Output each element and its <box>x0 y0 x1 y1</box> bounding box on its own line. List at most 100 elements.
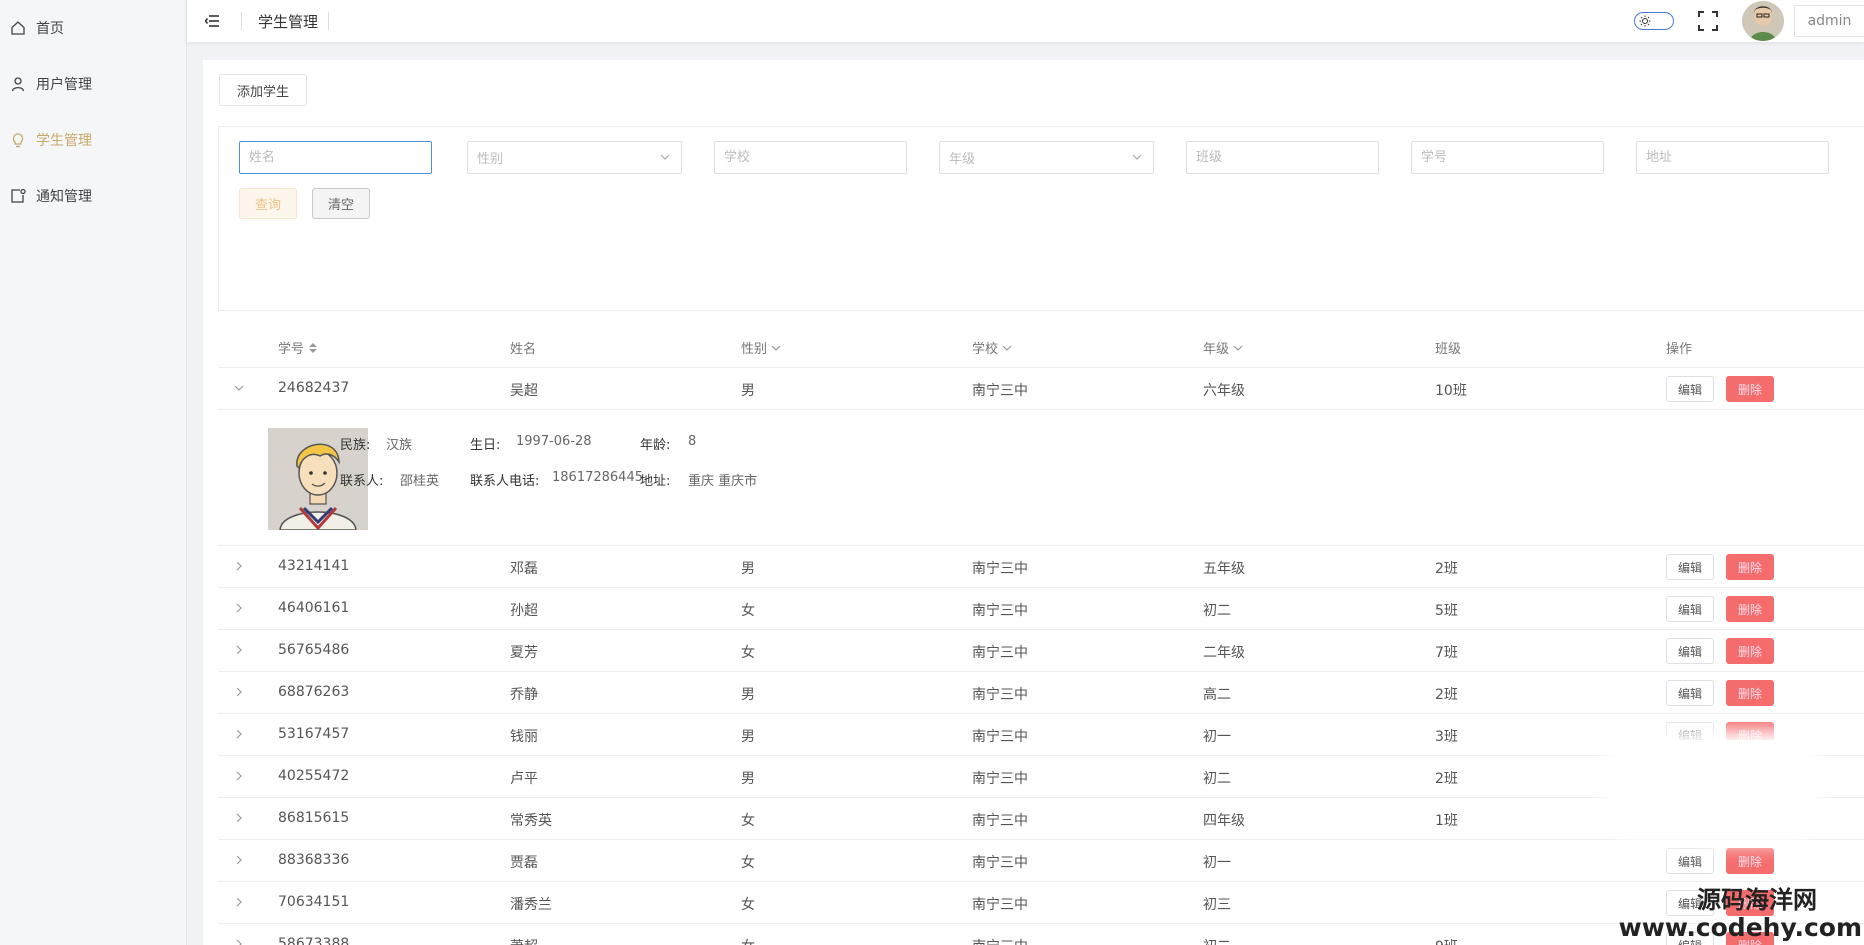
edit-button[interactable]: 编辑 <box>1666 680 1714 706</box>
column-header-class: 班级 <box>1435 338 1461 357</box>
column-header-label: 班级 <box>1435 342 1462 357</box>
fullscreen-icon[interactable] <box>1696 9 1720 33</box>
cell-grade: 四年级 <box>1203 813 1245 829</box>
table-row-expanded: 24682437 吴超 男 南宁三中 六年级 10班 编辑 删除 <box>218 368 1864 410</box>
cell-gender: 男 <box>741 771 755 787</box>
edit-button[interactable]: 编辑 <box>1666 376 1714 402</box>
delete-button[interactable]: 删除 <box>1726 848 1774 874</box>
student-id-filter-field[interactable] <box>1411 141 1604 174</box>
class-filter-field[interactable] <box>1186 141 1379 174</box>
chevron-right-icon[interactable] <box>232 643 246 657</box>
column-header-school[interactable]: 学校 <box>972 338 1012 357</box>
user-menu-button[interactable]: admin <box>1794 5 1864 37</box>
sidebar-item-notices[interactable]: 通知管理 <box>0 168 186 224</box>
menu-toggle-button[interactable] <box>187 0 237 42</box>
cell-name: 夏芳 <box>510 645 538 661</box>
cell-name: 卢平 <box>510 771 538 787</box>
cell-gender: 男 <box>741 729 755 745</box>
cell-grade: 六年级 <box>1203 383 1245 399</box>
cell-id: 24682437 <box>278 380 350 396</box>
chevron-right-icon[interactable] <box>232 601 246 615</box>
cell-gender: 女 <box>741 897 755 913</box>
cell-class: 2班 <box>1435 561 1458 577</box>
sidebar-item-users[interactable]: 用户管理 <box>0 56 186 112</box>
row-detail-panel: 民族: 汉族 生日: 1997-06-28 年龄: 8 联系人: 邵桂英 联系人… <box>218 410 1864 546</box>
chevron-down-icon[interactable] <box>232 381 246 395</box>
class-filter-input[interactable] <box>1196 142 1378 173</box>
watermark: 源码海洋网 www.codehy.com <box>1619 887 1862 941</box>
school-filter-field[interactable] <box>714 141 907 174</box>
address-filter-input[interactable] <box>1646 142 1828 173</box>
chevron-down-icon <box>660 154 670 160</box>
column-header-actions: 操作 <box>1666 338 1692 357</box>
gender-select[interactable]: 性别 <box>467 141 682 174</box>
chevron-right-icon[interactable] <box>232 811 246 825</box>
cell-id: 56765486 <box>278 642 350 658</box>
name-filter-input[interactable] <box>249 142 431 173</box>
cell-school: 南宁三中 <box>972 603 1028 619</box>
watermark-line-2: www.codehy.com <box>1618 912 1862 942</box>
chevron-down-icon <box>1132 154 1142 160</box>
table-row: 56765486 夏芳 女 南宁三中 二年级 7班 编辑 删除 <box>218 630 1864 672</box>
edit-button[interactable]: 编辑 <box>1666 554 1714 580</box>
chevron-right-icon[interactable] <box>232 685 246 699</box>
chevron-right-icon[interactable] <box>232 559 246 573</box>
phone-value: 18617286445 <box>552 470 643 485</box>
query-button[interactable]: 查询 <box>239 188 297 219</box>
filter-chevron-icon <box>1233 345 1243 351</box>
cell-name: 邓磊 <box>510 561 538 577</box>
name-filter-field[interactable] <box>239 141 432 174</box>
table-row: 88368336 贾磊 女 南宁三中 初一 编辑 删除 <box>218 840 1864 882</box>
edit-button[interactable]: 编辑 <box>1666 596 1714 622</box>
grade-select-placeholder: 年级 <box>949 152 976 167</box>
cell-class: 7班 <box>1435 645 1458 661</box>
chevron-right-icon[interactable] <box>232 769 246 783</box>
delete-button[interactable]: 删除 <box>1726 376 1774 402</box>
clear-button[interactable]: 清空 <box>312 188 370 219</box>
school-filter-input[interactable] <box>724 142 906 173</box>
address-filter-field[interactable] <box>1636 141 1829 174</box>
column-header-label: 姓名 <box>510 342 537 357</box>
table-row: 58673388萧超女南宁三中初二9班编辑删除 <box>218 924 1864 945</box>
column-header-grade[interactable]: 年级 <box>1203 338 1243 357</box>
delete-button[interactable]: 删除 <box>1726 596 1774 622</box>
delete-button[interactable]: 删除 <box>1726 680 1774 706</box>
chevron-right-icon[interactable] <box>232 727 246 741</box>
cell-gender: 女 <box>741 855 755 871</box>
cell-id: 58673388 <box>278 936 350 945</box>
column-header-gender[interactable]: 性别 <box>741 338 781 357</box>
cell-class: 3班 <box>1435 729 1458 745</box>
age-label: 年龄: <box>640 438 671 453</box>
sort-icon <box>309 342 318 353</box>
chevron-right-icon[interactable] <box>232 937 246 945</box>
sidebar-item-home[interactable]: 首页 <box>0 0 186 56</box>
delete-button[interactable]: 删除 <box>1726 638 1774 664</box>
table-row: 53167457 钱丽男南宁三中 初一 3班 编辑 删除 <box>218 714 1864 756</box>
add-student-button[interactable]: 添加学生 <box>219 74 307 106</box>
theme-toggle[interactable] <box>1634 12 1674 30</box>
grade-select[interactable]: 年级 <box>939 141 1154 174</box>
chevron-right-icon[interactable] <box>232 895 246 909</box>
edit-button[interactable]: 编辑 <box>1666 848 1714 874</box>
sidebar-item-students[interactable]: 学生管理 <box>0 112 186 168</box>
header-divider <box>241 12 242 30</box>
gender-select-placeholder: 性别 <box>477 152 504 167</box>
cell-grade: 初二 <box>1203 603 1231 619</box>
filter-chevron-icon <box>1002 345 1012 351</box>
delete-button[interactable]: 删除 <box>1726 554 1774 580</box>
filter-chevron-icon <box>771 345 781 351</box>
avatar[interactable] <box>1742 1 1784 41</box>
column-header-label: 操作 <box>1666 342 1693 357</box>
column-header-id[interactable]: 学号 <box>278 338 318 357</box>
edit-button[interactable]: 编辑 <box>1666 638 1714 664</box>
main-panel: 添加学生 性别 年级 查询 清空 学号 <box>203 60 1864 945</box>
table-row: 70634151 潘秀兰女南宁三中 初三 编辑 删除 <box>218 882 1864 924</box>
column-header-label: 年级 <box>1203 342 1230 357</box>
chevron-right-icon[interactable] <box>232 853 246 867</box>
phone-label: 联系人电话: <box>470 474 540 489</box>
cell-grade: 二年级 <box>1203 645 1245 661</box>
cell-class: 2班 <box>1435 687 1458 703</box>
student-id-filter-input[interactable] <box>1421 142 1603 173</box>
cell-name: 潘秀兰 <box>510 897 552 913</box>
filter-panel: 性别 年级 查询 清空 <box>218 126 1864 311</box>
